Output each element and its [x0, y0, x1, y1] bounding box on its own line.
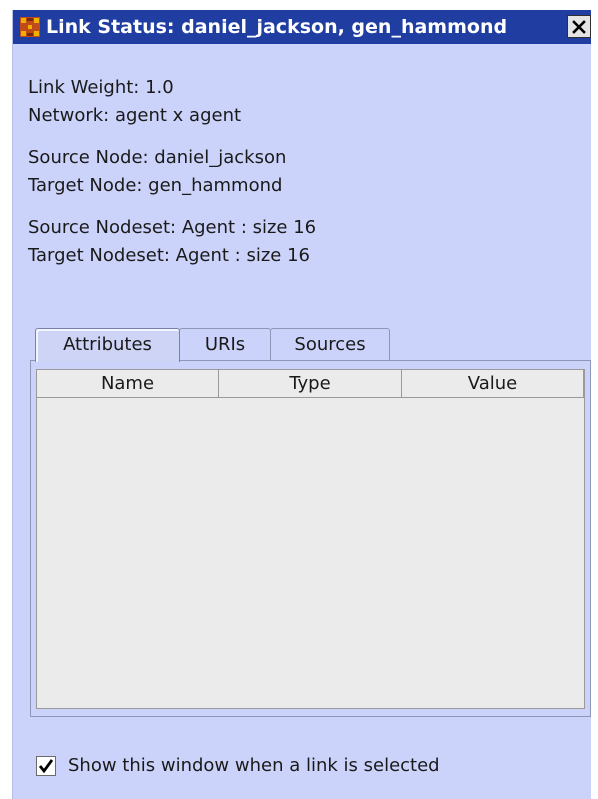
- show-window-checkbox[interactable]: [36, 756, 56, 776]
- show-window-label: Show this window when a link is selected: [68, 755, 440, 776]
- attributes-panel: Name Type Value: [30, 360, 591, 717]
- target-node-label: Target Node: gen_hammond: [28, 175, 283, 196]
- tab-attributes[interactable]: Attributes: [35, 328, 180, 362]
- column-header-value[interactable]: Value: [402, 370, 584, 398]
- column-header-name[interactable]: Name: [37, 370, 219, 398]
- tab-sources[interactable]: Sources: [270, 328, 390, 362]
- grid-icon: [20, 17, 40, 37]
- network-label: Network: agent x agent: [28, 105, 242, 126]
- tab-uris[interactable]: URIs: [179, 328, 271, 362]
- column-header-type[interactable]: Type: [219, 370, 402, 398]
- link-weight-label: Link Weight: 1.0: [28, 77, 174, 98]
- attributes-table[interactable]: Name Type Value: [36, 369, 585, 709]
- source-node-label: Source Node: daniel_jackson: [28, 147, 287, 168]
- window-title: Link Status: daniel_jackson, gen_hammond: [46, 16, 508, 38]
- close-icon: [572, 19, 586, 34]
- target-nodeset-label: Target Nodeset: Agent : size 16: [28, 245, 310, 266]
- title-bar[interactable]: Link Status: daniel_jackson, gen_hammond: [13, 10, 591, 44]
- source-nodeset-label: Source Nodeset: Agent : size 16: [28, 217, 317, 238]
- checkmark-icon: [38, 759, 54, 774]
- link-status-window: Link Status: daniel_jackson, gen_hammond…: [12, 10, 591, 799]
- close-button[interactable]: [567, 15, 591, 38]
